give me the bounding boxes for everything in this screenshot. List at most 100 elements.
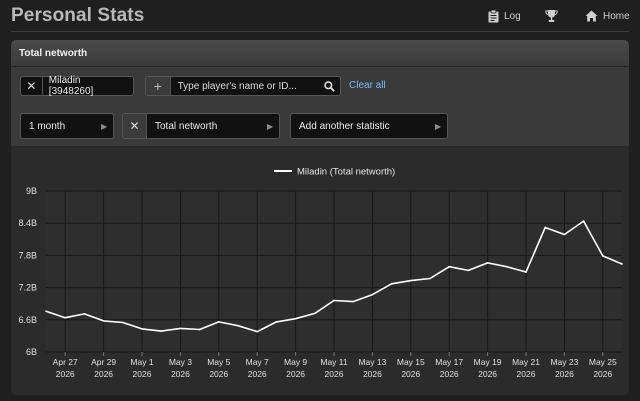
data-point bbox=[525, 271, 527, 273]
x-tick-label: May 11 bbox=[320, 357, 348, 367]
search-icon bbox=[323, 80, 335, 92]
home-link[interactable]: Home bbox=[585, 10, 630, 22]
legend-label: Miladin (Total networth) bbox=[297, 167, 395, 178]
page-title: Personal Stats bbox=[11, 5, 145, 26]
player-chip: ✕ Miladin [3948260] bbox=[20, 75, 134, 97]
x-tick-year-label: 2026 bbox=[593, 369, 612, 379]
x-tick-label: May 9 bbox=[284, 357, 307, 367]
x-tick-label: May 25 bbox=[589, 357, 617, 367]
home-label: Home bbox=[603, 10, 630, 22]
awards-link[interactable] bbox=[545, 10, 558, 22]
panel-title: Total networth bbox=[19, 48, 88, 59]
data-point bbox=[563, 233, 566, 236]
search-button[interactable] bbox=[318, 80, 340, 92]
x-tick-year-label: 2026 bbox=[286, 369, 305, 379]
y-tick-label: 7.8B bbox=[18, 250, 37, 260]
log-label: Log bbox=[504, 11, 521, 22]
data-point bbox=[122, 321, 124, 324]
stats-panel: Total networth ✕ Miladin [3948260] + Typ… bbox=[11, 40, 629, 395]
x-tick-year-label: 2026 bbox=[440, 369, 459, 379]
x-tick-label: May 3 bbox=[169, 357, 192, 367]
period-select-label: 1 month bbox=[29, 120, 66, 132]
data-point bbox=[582, 220, 585, 222]
data-point bbox=[371, 293, 374, 296]
data-point bbox=[314, 312, 316, 315]
x-tick-year-label: 2026 bbox=[171, 369, 190, 379]
data-point bbox=[390, 283, 393, 285]
x-tick-year-label: 2026 bbox=[555, 369, 574, 379]
chart-area: 6B 6.6B 7.2B 7.8B 8.4B 9B Apr 27 2026 Apr 29 2026… bbox=[11, 148, 629, 395]
chevron-right-icon: ▶ bbox=[101, 121, 108, 131]
clipboard-icon bbox=[488, 10, 499, 23]
log-link[interactable]: Log bbox=[488, 10, 521, 23]
period-select[interactable]: 1 month ▶ bbox=[20, 113, 114, 139]
panel-header: Total networth bbox=[11, 40, 629, 67]
x-tick-label: Apr 29 bbox=[91, 357, 116, 367]
chevron-right-icon: ▶ bbox=[267, 121, 274, 131]
y-tick-label: 6B bbox=[26, 347, 37, 357]
data-point bbox=[602, 255, 604, 257]
x-tick-year-label: 2026 bbox=[94, 369, 113, 379]
trophy-icon bbox=[545, 10, 558, 22]
statistic-select-label: Total networth bbox=[155, 120, 218, 132]
data-point bbox=[45, 310, 47, 313]
plus-icon: + bbox=[153, 78, 162, 94]
x-tick-year-label: 2026 bbox=[133, 369, 152, 379]
top-bar: Personal Stats Log Home bbox=[0, 0, 640, 34]
clear-all-link[interactable]: Clear all bbox=[349, 80, 386, 91]
networth-line-chart: 6B 6.6B 7.2B 7.8B 8.4B 9B Apr 27 2026 Apr 29 2026… bbox=[18, 167, 623, 379]
data-point bbox=[141, 328, 143, 330]
data-point bbox=[467, 269, 470, 272]
remove-player-button[interactable]: ✕ bbox=[21, 77, 43, 95]
x-tick-year-label: 2026 bbox=[517, 369, 536, 379]
data-point bbox=[275, 321, 278, 323]
chevron-right-icon: ▶ bbox=[435, 121, 442, 131]
x-tick-label: May 17 bbox=[435, 357, 463, 367]
data-point bbox=[544, 226, 546, 229]
data-point bbox=[256, 330, 258, 333]
y-tick-label: 6.6B bbox=[18, 315, 37, 325]
data-point bbox=[198, 328, 201, 331]
data-point bbox=[506, 265, 508, 268]
y-tick-label: 8.4B bbox=[18, 218, 37, 228]
data-point bbox=[429, 277, 431, 280]
x-tick-label: May 15 bbox=[397, 357, 425, 367]
player-chip-label: Miladin [3948260] bbox=[48, 75, 94, 97]
x-tick-label: May 13 bbox=[358, 357, 386, 367]
x-tick-year-label: 2026 bbox=[209, 369, 228, 379]
x-tick-label: May 1 bbox=[130, 357, 153, 367]
data-point bbox=[179, 327, 182, 330]
data-point bbox=[486, 262, 489, 264]
remove-statistic-button[interactable]: ✕ bbox=[123, 114, 147, 138]
y-tick-label: 7.2B bbox=[18, 283, 37, 293]
data-point bbox=[294, 317, 297, 320]
close-icon: ✕ bbox=[129, 119, 140, 133]
data-point bbox=[102, 320, 105, 322]
home-icon bbox=[585, 10, 598, 22]
y-tick-label: 9B bbox=[26, 186, 37, 196]
player-search-input[interactable] bbox=[170, 77, 319, 95]
controls-area: ✕ Miladin [3948260] + Clear all 1 m bbox=[11, 67, 629, 147]
x-tick-label: May 5 bbox=[207, 357, 230, 367]
add-statistic-select[interactable]: Add another statistic ▶ bbox=[290, 113, 448, 139]
x-tick-label: May 21 bbox=[512, 357, 540, 367]
statistic-select[interactable]: ✕ Total networth ▶ bbox=[122, 113, 280, 139]
personal-stats-page: Personal Stats Log Home Total networth ✕… bbox=[0, 0, 640, 401]
data-point bbox=[621, 263, 623, 265]
data-point bbox=[410, 279, 412, 282]
data-point bbox=[448, 265, 451, 268]
data-point bbox=[160, 330, 162, 332]
x-tick-year-label: 2026 bbox=[401, 369, 420, 379]
close-icon: ✕ bbox=[26, 79, 37, 93]
add-statistic-label: Add another statistic bbox=[299, 120, 390, 132]
data-point bbox=[64, 316, 66, 319]
data-point bbox=[218, 321, 220, 323]
player-search-box: + bbox=[145, 76, 341, 96]
x-tick-label: May 19 bbox=[474, 357, 502, 367]
data-point bbox=[83, 313, 86, 315]
add-player-button[interactable]: + bbox=[146, 77, 171, 95]
x-tick-label: Apr 27 bbox=[53, 357, 78, 367]
x-tick-year-label: 2026 bbox=[248, 369, 267, 379]
x-tick-label: May 23 bbox=[550, 357, 578, 367]
x-tick-year-label: 2026 bbox=[478, 369, 497, 379]
